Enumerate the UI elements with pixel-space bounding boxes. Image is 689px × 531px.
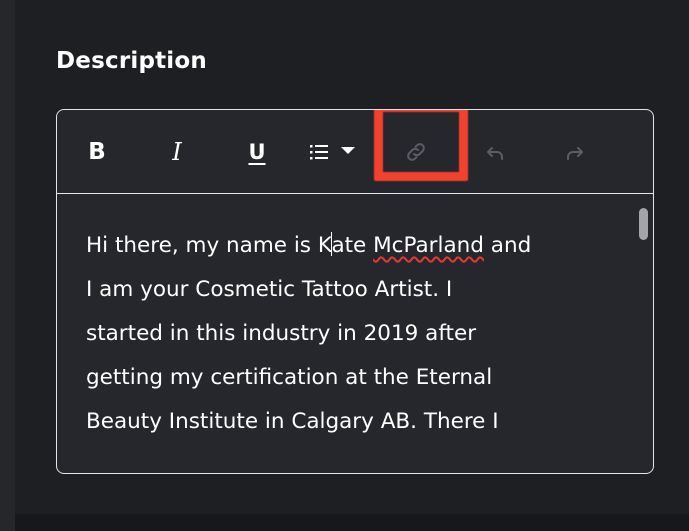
editor-toolbar: B I U [57,110,653,194]
redo-icon [567,147,583,160]
text-segment: ate [331,233,374,258]
text-line: started in this industry in 2019 after [86,321,477,346]
annotation-highlight-box [374,110,468,181]
bulleted-list-icon [310,145,355,160]
undo-icon [487,147,503,160]
undo-button[interactable] [475,132,515,172]
redo-button[interactable] [555,132,595,172]
vertical-scrollbar[interactable] [639,208,648,240]
underline-button[interactable]: U [237,132,277,172]
section-title: Description [56,48,207,74]
text-line: getting my certification at the Eternal [86,365,493,390]
left-edge-strip [0,0,15,531]
text-line: Hi there, my name is Kate McParland and [86,224,616,268]
list-dropdown-button[interactable] [305,132,365,172]
bold-button[interactable]: B [77,132,117,172]
text-line: I am your Cosmetic Tattoo Artist. I [86,277,453,302]
text-line: Beauty Institute in Calgary AB. There I [86,409,499,434]
misspelled-word: McParland [373,233,484,258]
bottom-edge-strip [15,514,689,531]
text-segment: and [483,233,532,258]
editor-content[interactable]: Hi there, my name is Kate McParland and … [86,224,616,434]
italic-button[interactable]: I [157,132,197,172]
chevron-down-icon [341,147,355,154]
rich-text-editor[interactable]: B I U Hi there, my name is Kate McParlan… [56,109,654,474]
text-segment: Hi there, my name is K [86,233,332,258]
